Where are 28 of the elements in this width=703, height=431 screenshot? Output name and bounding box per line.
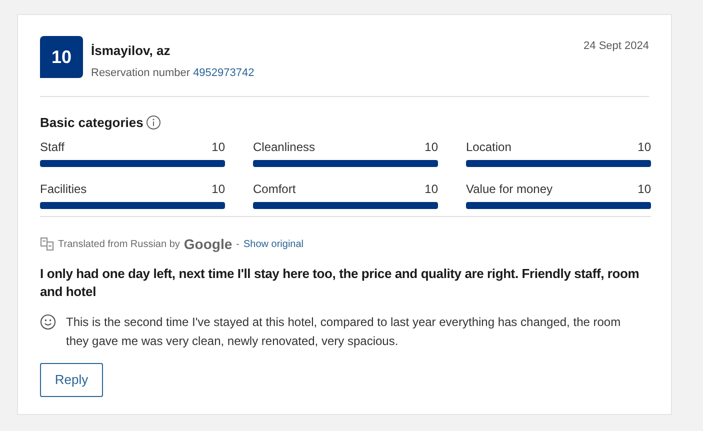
positive-comment: This is the second time I've stayed at this hotel, compared to last year everything has changed, the room they gave me was very clean, newly renovated, very spacious. bbox=[66, 314, 622, 350]
review-headline: I only had one day left, next time I'll stay here too, the price and quality are right. Friendly staff, room and hotel bbox=[40, 264, 640, 300]
section-title: Basic categories bbox=[40, 114, 144, 132]
separator: - bbox=[236, 238, 240, 252]
category-score: 10 bbox=[638, 180, 651, 198]
category-name: Cleanliness bbox=[253, 138, 316, 156]
category-score: 10 bbox=[424, 138, 438, 156]
show-original-link[interactable]: Show original bbox=[243, 236, 304, 252]
info-icon[interactable] bbox=[146, 115, 162, 130]
category-score: 10 bbox=[424, 180, 438, 198]
reviewer-name: İsmayilov, az bbox=[91, 42, 172, 60]
category-name: Location bbox=[466, 138, 512, 156]
category-score: 10 bbox=[212, 138, 225, 156]
category-name: Value for money bbox=[466, 180, 552, 198]
reservation-number: 4952973742 bbox=[193, 66, 254, 80]
category-score: 10 bbox=[212, 180, 225, 198]
category-name: Comfort bbox=[253, 180, 296, 198]
category-score: 10 bbox=[638, 138, 651, 156]
reservation-label: Reservation number bbox=[91, 66, 190, 80]
review-date: 24 Sept 2024 bbox=[584, 39, 649, 54]
translate-icon bbox=[40, 237, 54, 251]
score-badge: 10 bbox=[40, 36, 83, 78]
category-name: Staff bbox=[40, 138, 64, 156]
category-name: Facilities bbox=[40, 180, 87, 198]
provider-name: Google bbox=[184, 234, 232, 254]
translation-note: Translated from Russian by bbox=[58, 238, 180, 252]
smiley-icon bbox=[40, 314, 56, 330]
reply-button[interactable]: Reply bbox=[40, 362, 103, 396]
